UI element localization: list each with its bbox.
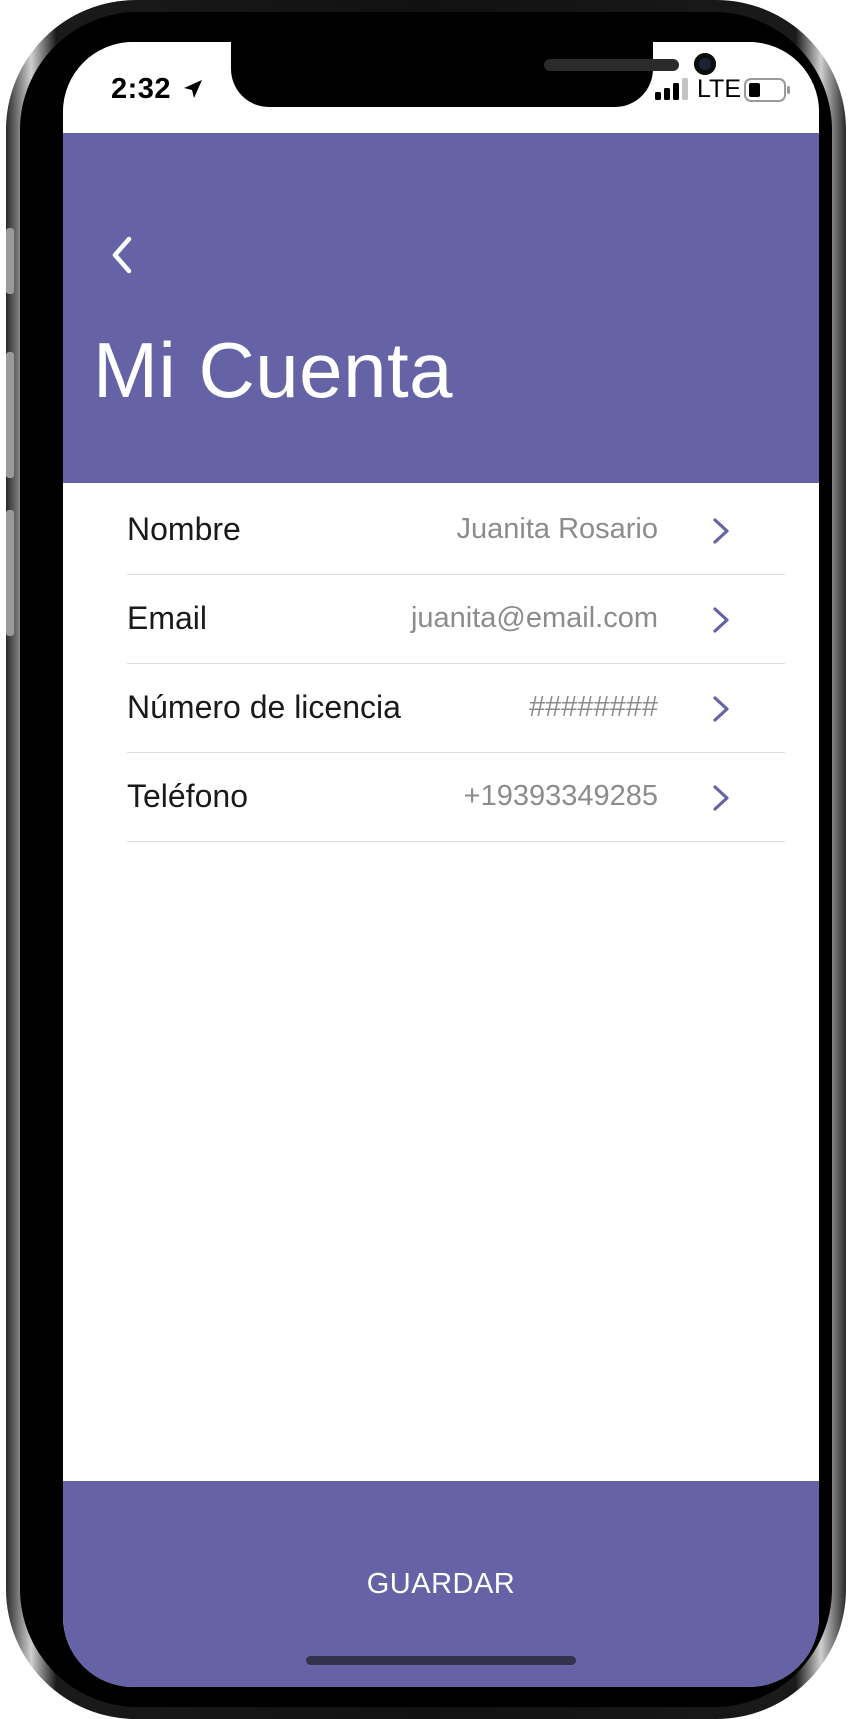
account-field-row-email[interactable]: Email juanita@email.com <box>127 575 785 664</box>
back-chevron-icon[interactable] <box>103 233 143 277</box>
field-value: +19393349285 <box>463 780 658 812</box>
front-camera <box>694 53 716 75</box>
chevron-right-icon[interactable] <box>709 695 733 723</box>
field-label: Teléfono <box>127 778 248 814</box>
battery-icon <box>744 78 790 102</box>
app-screen: 2:32 LTE Mi Cuenta Nombre Juanita Rosari… <box>63 42 819 1687</box>
field-label: Número de licencia <box>127 689 401 725</box>
phone-side-button <box>6 510 14 636</box>
field-value: Juanita Rosario <box>456 513 659 545</box>
status-bar: 2:32 LTE <box>63 42 819 132</box>
field-value: juanita@email.com <box>410 602 658 634</box>
status-time: 2:32 <box>111 73 172 105</box>
device-notch <box>231 42 716 107</box>
page-title: Mi Cuenta <box>93 326 453 414</box>
account-field-list: Nombre Juanita Rosario Email juanita@ema… <box>127 486 785 842</box>
chevron-right-icon[interactable] <box>709 784 733 812</box>
save-button[interactable]: GUARDAR <box>321 1556 561 1612</box>
location-arrow-icon <box>184 80 202 98</box>
account-field-row-phone[interactable]: Teléfono +19393349285 <box>127 753 785 842</box>
chevron-right-icon[interactable] <box>709 517 733 545</box>
home-indicator[interactable] <box>306 1656 576 1665</box>
footer-bar: GUARDAR <box>63 1481 819 1687</box>
phone-frame: 2:32 LTE Mi Cuenta Nombre Juanita Rosari… <box>6 0 846 1719</box>
speaker-grille <box>544 59 679 71</box>
page-header: Mi Cuenta <box>63 133 819 483</box>
signal-bars-icon <box>655 78 688 100</box>
phone-side-button <box>6 228 14 294</box>
field-label: Email <box>127 600 208 636</box>
network-type: LTE <box>697 75 741 103</box>
account-field-row-license[interactable]: Número de licencia ######## <box>127 664 785 753</box>
field-label: Nombre <box>127 511 241 547</box>
phone-side-button <box>6 352 14 478</box>
field-value: ######## <box>528 691 658 723</box>
account-field-row-name[interactable]: Nombre Juanita Rosario <box>127 486 785 575</box>
chevron-right-icon[interactable] <box>709 606 733 634</box>
